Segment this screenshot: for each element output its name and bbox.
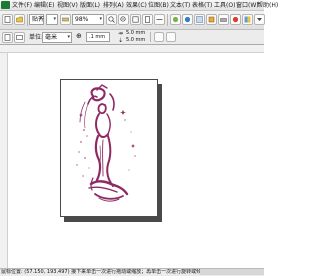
document-page[interactable] (60, 79, 158, 217)
property-bar-option-icon[interactable] (154, 32, 164, 42)
menu-text[interactable]: 文本(T) (170, 2, 190, 9)
standard-toolbar: 贴齐 ▾ ▾ 98% ▾ (0, 11, 265, 30)
horizontal-scrollbar[interactable] (200, 269, 264, 275)
zoom-fit-icon[interactable] (130, 14, 141, 25)
color-management-icon[interactable] (242, 14, 253, 25)
zoom-width-icon[interactable] (154, 14, 165, 25)
menu-tools[interactable]: 工具(O) (214, 2, 235, 9)
layers-icon[interactable] (206, 14, 217, 25)
zoom-in-icon[interactable] (106, 14, 117, 25)
toolbar-separator (167, 14, 168, 26)
menu-table[interactable]: 表格(T) (192, 2, 212, 9)
chevron-down-icon: ▾ (53, 16, 56, 22)
menu-arrange[interactable]: 排列(A) (103, 2, 124, 9)
open-folder-icon[interactable] (14, 14, 25, 25)
menu-edit[interactable]: 编辑(E) (34, 2, 54, 9)
status-text: 鼠标位置: (57.150, 193.497) 接下来单击一次进行拖动或缩放；再… (1, 269, 207, 275)
launcher-icon[interactable] (170, 14, 181, 25)
chevron-down-icon: ▾ (99, 16, 102, 22)
orientation-icon[interactable] (14, 32, 25, 43)
duplicate-y-icon: ⇣ (118, 37, 124, 44)
menu-bitmaps[interactable]: 位图(B) (148, 2, 169, 9)
woman-with-water-jug-drawing[interactable] (61, 80, 158, 217)
zoom-level-value: 98% (75, 16, 89, 23)
welcome-screen-icon[interactable] (182, 14, 193, 25)
nudge-icon: ⊕ (76, 32, 82, 40)
property-bar-option-icon[interactable] (166, 32, 176, 42)
zoom-level-dropdown[interactable]: 98% ▾ (72, 14, 104, 25)
chevron-down-icon: ▾ (39, 16, 42, 22)
menu-view[interactable]: 视图(V) (57, 2, 78, 9)
ruler-icon[interactable] (60, 14, 71, 25)
units-value: 毫米 (45, 34, 58, 41)
nudge-distance-value: .1 mm (89, 34, 106, 40)
new-document-icon[interactable] (2, 14, 13, 25)
duplicate-x-field[interactable]: 5.0 mm (126, 30, 145, 37)
zoom-out-icon[interactable] (118, 14, 129, 25)
duplicate-x-icon: ⇸ (118, 30, 124, 37)
property-bar: 单位: 毫米 ▾ ⊕ .1 mm ⇸ 5.0 mm ⇣ 5.0 mm (0, 30, 264, 45)
menu-help[interactable]: 帮助(H) (257, 2, 278, 9)
snap-options-dropdown[interactable]: ▾ (46, 14, 58, 25)
options-icon[interactable] (194, 14, 205, 25)
menu-bar: 文件(F) 编辑(E) 视图(V) 版面(L) 排列(A) 效果(C) 位图(B… (0, 0, 278, 11)
chevron-down-icon: ▾ (67, 34, 70, 40)
menu-effects[interactable]: 效果(C) (126, 2, 147, 9)
nudge-distance-field[interactable]: .1 mm (86, 32, 110, 42)
print-icon[interactable] (218, 14, 229, 25)
toolbar-separator (27, 14, 28, 26)
zoom-page-icon[interactable] (142, 14, 153, 25)
app-logo-icon[interactable] (1, 1, 10, 9)
page-size-icon[interactable] (2, 32, 13, 43)
toolbar-overflow-icon[interactable] (254, 14, 265, 25)
corel-online-icon[interactable] (230, 14, 241, 25)
menu-layout[interactable]: 版面(L) (80, 2, 100, 9)
duplicate-y-field[interactable]: 5.0 mm (126, 37, 145, 44)
units-dropdown[interactable]: 毫米 ▾ (42, 32, 72, 43)
menu-file[interactable]: 文件(F) (12, 2, 32, 9)
menu-window[interactable]: 窗口(W) (236, 2, 259, 9)
vertical-ruler[interactable] (0, 53, 8, 268)
snap-dropdown[interactable]: 贴齐 ▾ (29, 14, 44, 25)
toolbar-separator (150, 32, 151, 42)
horizontal-ruler[interactable] (0, 45, 264, 53)
snap-label: 贴齐 (32, 16, 45, 23)
units-label: 单位: (29, 34, 44, 41)
